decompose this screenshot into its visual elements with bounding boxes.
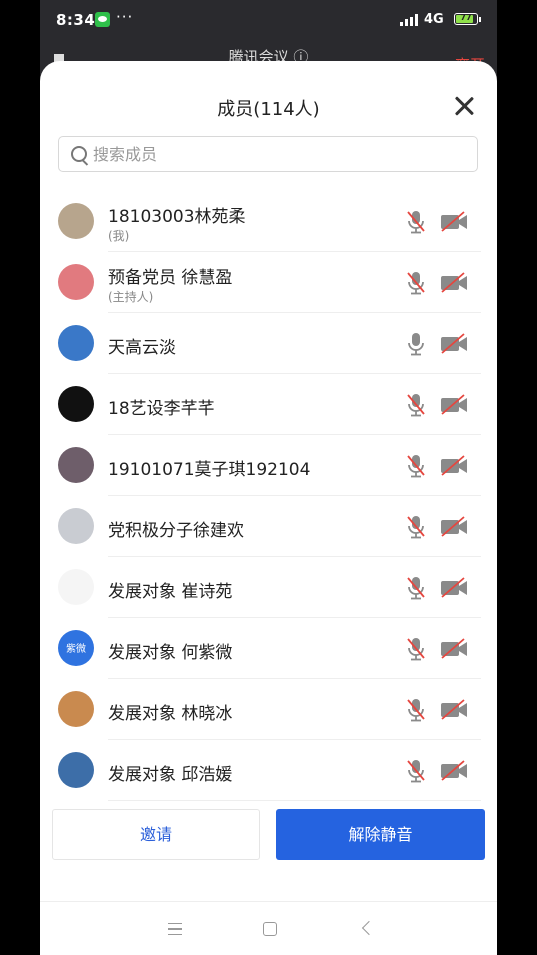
battery-level: 77 — [460, 13, 472, 22]
wechat-notification-icon — [95, 12, 110, 27]
tree-art-icon — [58, 691, 94, 727]
members-sheet: 成员(114人) 18103003林苑柔 (我) 预备党员 徐慧盈 (主持人) 天高云淡… — [40, 61, 497, 955]
member-row[interactable]: 19101071莫子琪192104 — [40, 435, 497, 496]
member-name: 预备党员 徐慧盈 — [108, 268, 233, 288]
camera-off-icon[interactable] — [439, 455, 469, 477]
camera-off-icon[interactable] — [439, 272, 469, 294]
phone-screen: 8:34 ··· 4G 77 腾讯会议 ⓘ 离开 成员(114人) 181030… — [40, 0, 497, 955]
mic-muted-icon[interactable] — [404, 392, 428, 418]
cat-photo-icon — [58, 508, 94, 544]
more-notifications-icon: ··· — [116, 8, 134, 26]
camera-off-icon[interactable] — [439, 638, 469, 660]
member-name: 党积极分子徐建欢 — [108, 521, 244, 541]
camera-off-icon[interactable] — [439, 577, 469, 599]
camera-off-icon[interactable] — [439, 699, 469, 721]
mic-muted-icon[interactable] — [404, 697, 428, 723]
camera-off-icon[interactable] — [439, 760, 469, 782]
member-row[interactable]: 18艺设李芊芊 — [40, 374, 497, 435]
member-name: 发展对象 崔诗苑 — [108, 582, 233, 602]
butterfly-icon — [58, 386, 94, 422]
home-icon[interactable] — [263, 922, 277, 936]
member-row[interactable]: 天高云淡 — [40, 313, 497, 374]
member-row[interactable]: 发展对象 林晓冰 — [40, 679, 497, 740]
mic-muted-icon[interactable] — [404, 514, 428, 540]
mic-muted-icon[interactable] — [404, 758, 428, 784]
mic-muted-icon[interactable] — [404, 209, 428, 235]
member-row[interactable]: 发展对象 邱浩媛 — [40, 740, 497, 801]
camera-off-icon[interactable] — [439, 333, 469, 355]
back-icon[interactable] — [361, 920, 377, 936]
member-name: 19101071莫子琪192104 — [108, 460, 311, 480]
sky-landscape-icon — [58, 325, 94, 361]
search-icon — [71, 146, 87, 162]
member-name: 发展对象 邱浩媛 — [108, 765, 233, 785]
member-name: 18103003林苑柔 — [108, 207, 246, 227]
member-row[interactable]: 紫微 发展对象 何紫微 — [40, 618, 497, 679]
network-type: 4G — [424, 12, 444, 27]
status-time: 8:34 — [56, 11, 96, 29]
mic-muted-icon[interactable] — [404, 636, 428, 662]
mic-icon[interactable] — [404, 331, 428, 357]
member-name: 发展对象 林晓冰 — [108, 704, 233, 724]
text-avatar-icon: 紫微 — [58, 630, 94, 666]
camera-off-icon[interactable] — [439, 211, 469, 233]
member-name: 天高云淡 — [108, 338, 176, 358]
cartoon-girl-icon — [58, 569, 94, 605]
member-name: 发展对象 何紫微 — [108, 643, 233, 663]
battery-icon: 77 — [454, 13, 481, 25]
pink-circle-icon — [58, 264, 94, 300]
avatar-initials: 紫微 — [66, 644, 86, 655]
bunny-toy-icon — [58, 752, 94, 788]
android-nav-bar — [40, 901, 497, 955]
member-role: (我) — [108, 229, 130, 243]
unmute-all-button[interactable]: 解除静音 — [276, 809, 485, 860]
mic-muted-icon[interactable] — [404, 270, 428, 296]
camera-off-icon[interactable] — [439, 394, 469, 416]
member-role: (主持人) — [108, 290, 154, 304]
photo-portrait-icon — [58, 203, 94, 239]
menu-icon[interactable] — [168, 923, 182, 935]
camera-off-icon[interactable] — [439, 516, 469, 538]
search-box[interactable] — [58, 136, 478, 172]
close-icon[interactable] — [453, 95, 475, 117]
dog-photo-icon — [58, 447, 94, 483]
member-row[interactable]: 发展对象 崔诗苑 — [40, 557, 497, 618]
member-row[interactable]: 党积极分子徐建欢 — [40, 496, 497, 557]
member-list: 18103003林苑柔 (我) 预备党员 徐慧盈 (主持人) 天高云淡 18艺设李芊芊 19… — [40, 191, 497, 801]
signal-icon — [400, 14, 418, 26]
sheet-title: 成员(114人) — [217, 99, 320, 120]
mic-muted-icon[interactable] — [404, 575, 428, 601]
invite-button[interactable]: 邀请 — [52, 809, 260, 860]
status-bar: 8:34 ··· 4G 77 — [40, 0, 497, 40]
member-row[interactable]: 预备党员 徐慧盈 (主持人) — [40, 252, 497, 313]
member-name: 18艺设李芊芊 — [108, 399, 215, 419]
search-input[interactable] — [93, 137, 463, 171]
member-row[interactable]: 18103003林苑柔 (我) — [40, 191, 497, 252]
mic-muted-icon[interactable] — [404, 453, 428, 479]
